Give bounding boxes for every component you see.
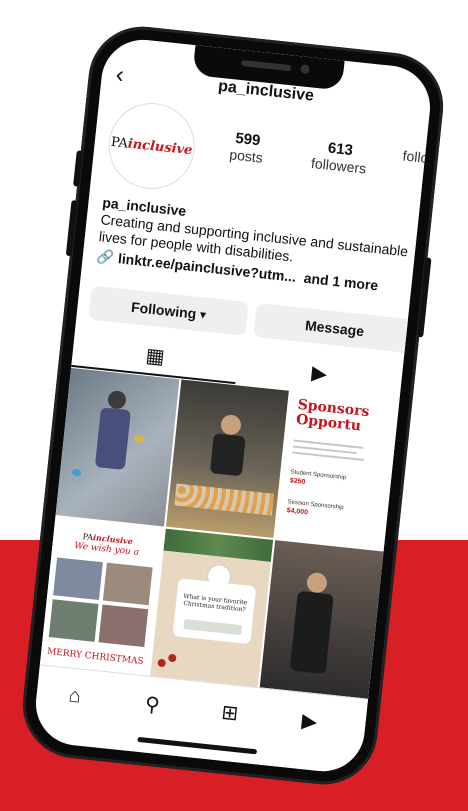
stat-followers[interactable]: 613 followers (303, 137, 376, 177)
person-head (306, 571, 329, 594)
baker-body (209, 433, 246, 477)
post-thumbnail[interactable] (165, 379, 290, 538)
link-icon: 🔗 (96, 247, 116, 266)
sponsor-title: Sponsors Opportu (295, 396, 371, 435)
question-card: What is your favorite Christmas traditio… (172, 578, 256, 645)
reels-icon: ▶ (310, 361, 329, 386)
chevron-down-icon: ▾ (199, 308, 207, 322)
post-thumbnail[interactable]: What is your favorite Christmas traditio… (149, 528, 274, 688)
grid-icon: ▦ (144, 344, 166, 369)
message-button[interactable]: Message (253, 302, 416, 354)
post-thumbnail[interactable] (55, 367, 180, 527)
post-thumbnail[interactable]: Sponsors Opportu Student Sponsorship $250… (275, 391, 400, 550)
climbing-hold (71, 468, 82, 477)
post-thumbnail[interactable]: PAinclusive We wish you a MERRY CHRISTMA… (39, 517, 164, 676)
baker-head (219, 413, 242, 436)
post-thumbnail[interactable] (260, 540, 384, 699)
group-photo (53, 557, 103, 601)
group-photo (98, 604, 149, 648)
cookie-tray (173, 483, 274, 516)
camera (300, 64, 310, 75)
person-body (289, 590, 335, 675)
following-button-label: Following (130, 298, 198, 322)
following-button[interactable]: Following ▾ (88, 285, 249, 336)
reels-icon[interactable]: ▶ (288, 704, 331, 738)
climber-body (94, 407, 131, 471)
sponsor-student-amount: $250 (289, 477, 306, 486)
berry (167, 653, 177, 663)
brand-logo: PAinclusive (110, 134, 194, 158)
sponsor-session-amount: $4,000 (286, 507, 309, 517)
avatar[interactable]: PAinclusive (104, 98, 199, 194)
climber-figure (107, 389, 127, 410)
speaker (241, 60, 292, 72)
climbing-hold (133, 434, 145, 443)
group-photo (102, 562, 153, 606)
merry-christmas-text: MERRY CHRISTMAS (46, 646, 145, 668)
message-button-label: Message (304, 317, 365, 340)
plus-square-icon[interactable]: ⊞ (208, 695, 251, 729)
question-text: What is your favorite Christmas traditio… (183, 592, 248, 614)
home-indicator (137, 736, 258, 755)
home-icon[interactable]: ⌂ (53, 679, 96, 713)
berry (156, 658, 166, 668)
stat-posts[interactable]: 599 posts (215, 128, 278, 167)
search-icon[interactable]: ⚲ (131, 687, 174, 721)
answer-box (183, 619, 242, 636)
group-photo (48, 599, 99, 642)
